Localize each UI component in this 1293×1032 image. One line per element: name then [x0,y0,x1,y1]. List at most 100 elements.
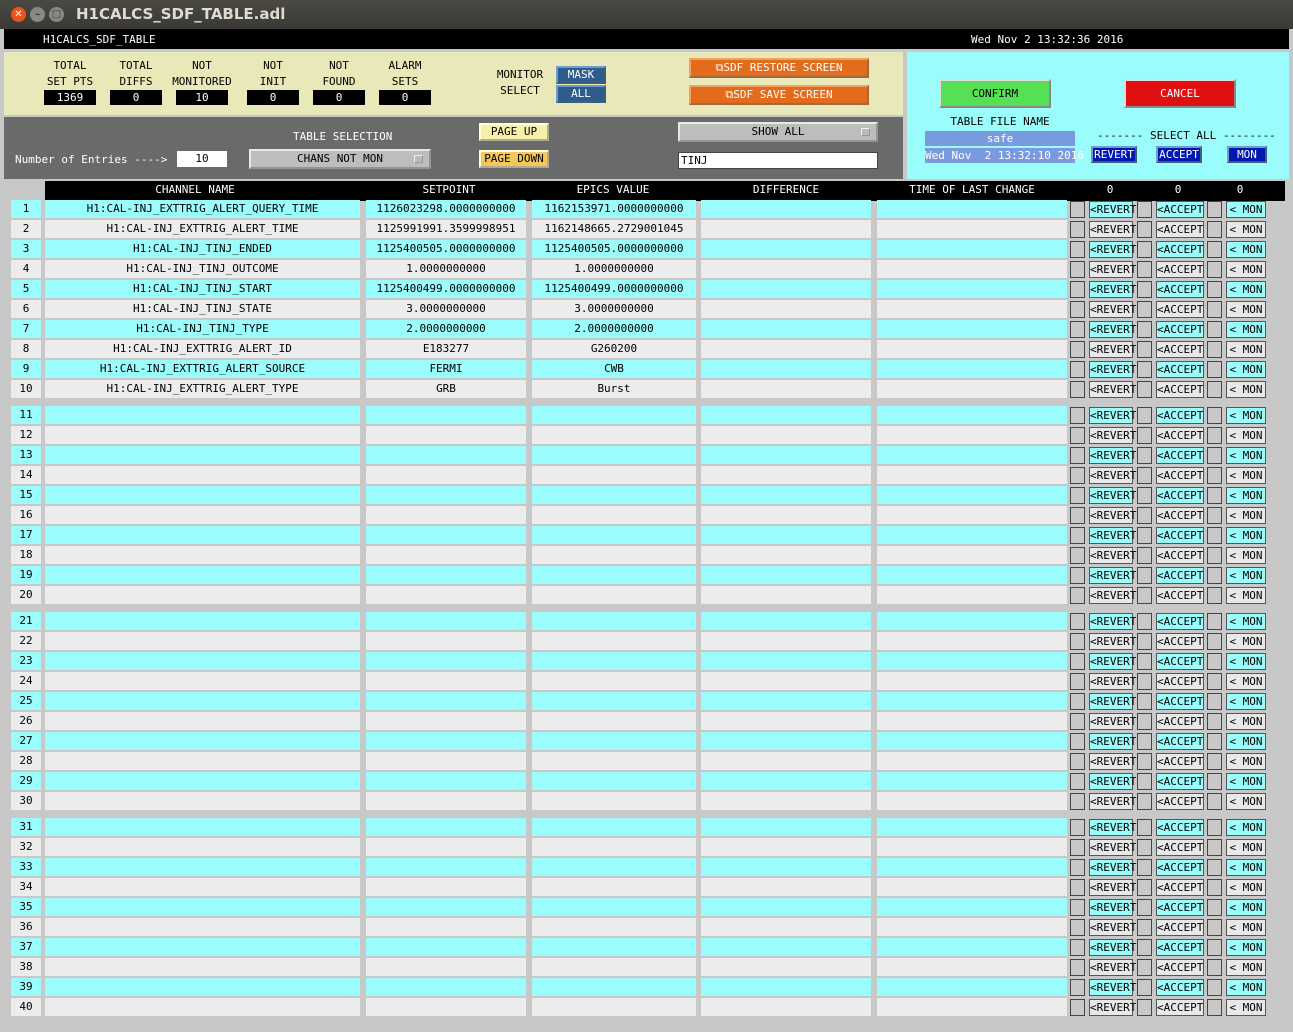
accept-button[interactable]: <ACCEPT [1156,567,1204,584]
mon-button[interactable]: < MON [1226,899,1266,916]
accept-button[interactable]: <ACCEPT [1156,859,1204,876]
mon-checkbox[interactable] [1207,261,1222,278]
mon-button[interactable]: < MON [1226,859,1266,876]
accept-checkbox[interactable] [1137,321,1152,338]
accept-button[interactable]: <ACCEPT [1156,241,1204,258]
accept-checkbox[interactable] [1137,487,1152,504]
mon-checkbox[interactable] [1207,979,1222,996]
accept-checkbox[interactable] [1137,879,1152,896]
mon-checkbox[interactable] [1207,713,1222,730]
mon-checkbox[interactable] [1207,613,1222,630]
maximize-window-icon[interactable]: □ [49,7,64,22]
mon-checkbox[interactable] [1207,381,1222,398]
accept-button[interactable]: <ACCEPT [1156,793,1204,810]
revert-checkbox[interactable] [1070,281,1085,298]
mask-button[interactable]: MASK [556,66,606,84]
revert-button[interactable]: <REVERT [1089,879,1136,896]
accept-checkbox[interactable] [1137,633,1152,650]
revert-checkbox[interactable] [1070,567,1085,584]
accept-checkbox[interactable] [1137,713,1152,730]
mon-button[interactable]: < MON [1226,567,1266,584]
mon-checkbox[interactable] [1207,361,1222,378]
accept-button[interactable]: <ACCEPT [1156,819,1204,836]
accept-button[interactable]: <ACCEPT [1156,633,1204,650]
mon-button[interactable]: < MON [1226,713,1266,730]
mon-button[interactable]: < MON [1226,999,1266,1016]
revert-button[interactable]: <REVERT [1089,407,1136,424]
mon-button[interactable]: < MON [1226,407,1266,424]
accept-button[interactable]: <ACCEPT [1156,301,1204,318]
cancel-button[interactable]: CANCEL [1124,79,1236,108]
mon-button[interactable]: < MON [1226,879,1266,896]
mon-button[interactable]: < MON [1226,241,1266,258]
revert-button[interactable]: <REVERT [1089,733,1136,750]
mon-checkbox[interactable] [1207,407,1222,424]
mon-checkbox[interactable] [1207,839,1222,856]
mon-checkbox[interactable] [1207,633,1222,650]
mon-checkbox[interactable] [1207,899,1222,916]
mon-button[interactable]: < MON [1226,773,1266,790]
accept-button[interactable]: <ACCEPT [1156,507,1204,524]
mon-button[interactable]: < MON [1226,381,1266,398]
accept-checkbox[interactable] [1137,281,1152,298]
page-down-button[interactable]: PAGE DOWN [479,150,549,168]
revert-button[interactable]: <REVERT [1089,321,1136,338]
revert-checkbox[interactable] [1070,653,1085,670]
mon-checkbox[interactable] [1207,939,1222,956]
mon-checkbox[interactable] [1207,919,1222,936]
revert-button[interactable]: <REVERT [1089,487,1136,504]
revert-button[interactable]: <REVERT [1089,633,1136,650]
revert-checkbox[interactable] [1070,467,1085,484]
mon-button[interactable]: < MON [1226,301,1266,318]
accept-checkbox[interactable] [1137,547,1152,564]
revert-checkbox[interactable] [1070,527,1085,544]
revert-button[interactable]: <REVERT [1089,859,1136,876]
mon-button[interactable]: < MON [1226,361,1266,378]
accept-checkbox[interactable] [1137,959,1152,976]
all-button[interactable]: ALL [556,85,606,103]
accept-checkbox[interactable] [1137,773,1152,790]
accept-button[interactable]: <ACCEPT [1156,979,1204,996]
mon-checkbox[interactable] [1207,773,1222,790]
revert-button[interactable]: <REVERT [1089,959,1136,976]
revert-checkbox[interactable] [1070,407,1085,424]
revert-button[interactable]: <REVERT [1089,999,1136,1016]
accept-button[interactable]: <ACCEPT [1156,467,1204,484]
mon-button[interactable]: < MON [1226,261,1266,278]
mon-checkbox[interactable] [1207,467,1222,484]
revert-checkbox[interactable] [1070,693,1085,710]
revert-button[interactable]: <REVERT [1089,653,1136,670]
revert-checkbox[interactable] [1070,793,1085,810]
mon-button[interactable]: < MON [1226,839,1266,856]
revert-button[interactable]: <REVERT [1089,361,1136,378]
accept-checkbox[interactable] [1137,673,1152,690]
accept-checkbox[interactable] [1137,793,1152,810]
revert-checkbox[interactable] [1070,899,1085,916]
minimize-window-icon[interactable]: – [30,7,45,22]
revert-button[interactable]: <REVERT [1089,201,1136,218]
mon-button[interactable]: < MON [1226,819,1266,836]
accept-checkbox[interactable] [1137,587,1152,604]
revert-checkbox[interactable] [1070,221,1085,238]
revert-checkbox[interactable] [1070,819,1085,836]
mon-button[interactable]: < MON [1226,487,1266,504]
accept-checkbox[interactable] [1137,301,1152,318]
accept-button[interactable]: <ACCEPT [1156,221,1204,238]
revert-checkbox[interactable] [1070,201,1085,218]
revert-button[interactable]: <REVERT [1089,447,1136,464]
accept-button[interactable]: <ACCEPT [1156,447,1204,464]
revert-checkbox[interactable] [1070,241,1085,258]
revert-checkbox[interactable] [1070,321,1085,338]
revert-button[interactable]: <REVERT [1089,547,1136,564]
accept-checkbox[interactable] [1137,999,1152,1016]
accept-checkbox[interactable] [1137,899,1152,916]
revert-checkbox[interactable] [1070,673,1085,690]
revert-checkbox[interactable] [1070,261,1085,278]
accept-button[interactable]: <ACCEPT [1156,487,1204,504]
accept-checkbox[interactable] [1137,407,1152,424]
sdf-save-screen-button[interactable]: ⧉SDF SAVE SCREEN [689,85,869,105]
accept-checkbox[interactable] [1137,567,1152,584]
accept-checkbox[interactable] [1137,241,1152,258]
accept-checkbox[interactable] [1137,261,1152,278]
mon-button[interactable]: < MON [1226,447,1266,464]
